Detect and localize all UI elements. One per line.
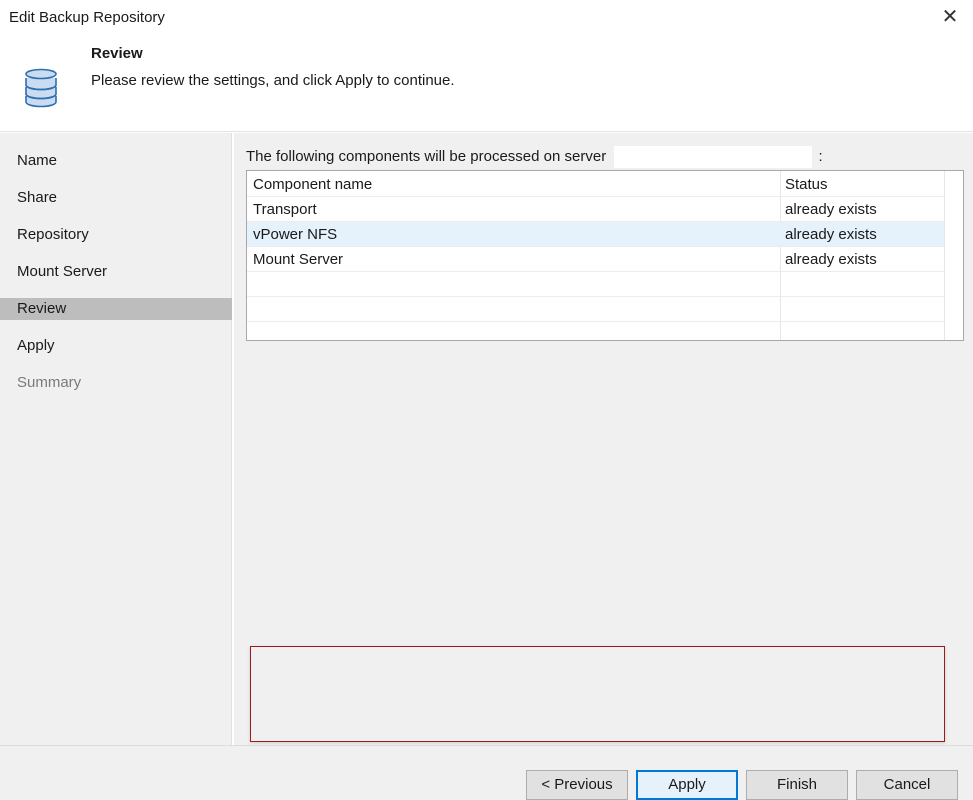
column-divider: [944, 171, 945, 340]
column-header-component-name[interactable]: Component name: [253, 172, 372, 197]
database-icon: [25, 68, 57, 108]
status-cell: already exists: [785, 201, 877, 218]
table-row[interactable]: Transport already exists: [247, 197, 944, 222]
empty-table-row: [247, 297, 944, 322]
component-name-cell: Mount Server: [253, 251, 344, 268]
component-name-cell: Transport: [253, 201, 317, 218]
sidebar-item-name[interactable]: Name: [0, 150, 232, 172]
status-cell: already exists: [785, 226, 877, 243]
sidebar-item-review[interactable]: Review: [0, 298, 232, 320]
wizard-header: Review Please review the settings, and c…: [0, 36, 973, 132]
main-panel: The following components will be process…: [234, 133, 973, 745]
sidebar-item-summary: Summary: [17, 374, 82, 391]
status-cell: already exists: [785, 251, 877, 268]
column-header-status[interactable]: Status: [785, 172, 828, 197]
sidebar-item-mount-server[interactable]: Mount Server: [0, 261, 232, 283]
wizard-steps-sidebar: Name Share Repository Mount Server Revie…: [0, 133, 232, 745]
log-area: [250, 646, 945, 742]
cancel-button[interactable]: Cancel: [856, 770, 958, 800]
server-name-field: [614, 146, 813, 168]
components-table: Component name Status Transport already …: [246, 170, 964, 341]
component-name-cell: vPower NFS: [253, 226, 338, 243]
step-title: Review: [91, 45, 143, 62]
sidebar-item-repository[interactable]: Repository: [0, 224, 232, 246]
table-row[interactable]: vPower NFS already exists: [247, 222, 944, 247]
sidebar-item-apply[interactable]: Apply: [0, 335, 232, 357]
step-description: Please review the settings, and click Ap…: [91, 72, 455, 89]
empty-table-row: [247, 322, 944, 340]
previous-button[interactable]: < Previous: [526, 770, 628, 800]
table-row[interactable]: Mount Server already exists: [247, 247, 944, 272]
title-bar: Edit Backup Repository ✕: [0, 0, 973, 36]
sidebar-item-share[interactable]: Share: [0, 187, 232, 209]
intro-line: The following components will be process…: [246, 146, 823, 168]
wizard-footer: < Previous Apply Finish Cancel: [0, 745, 973, 800]
intro-text: The following components will be process…: [246, 147, 607, 165]
table-header-row: Component name Status: [247, 172, 944, 197]
close-icon[interactable]: ✕: [937, 4, 963, 30]
finish-button[interactable]: Finish: [746, 770, 848, 800]
empty-table-row: [247, 272, 944, 297]
apply-button[interactable]: Apply: [636, 770, 738, 800]
intro-suffix: :: [818, 147, 823, 165]
window-title: Edit Backup Repository: [9, 9, 165, 26]
